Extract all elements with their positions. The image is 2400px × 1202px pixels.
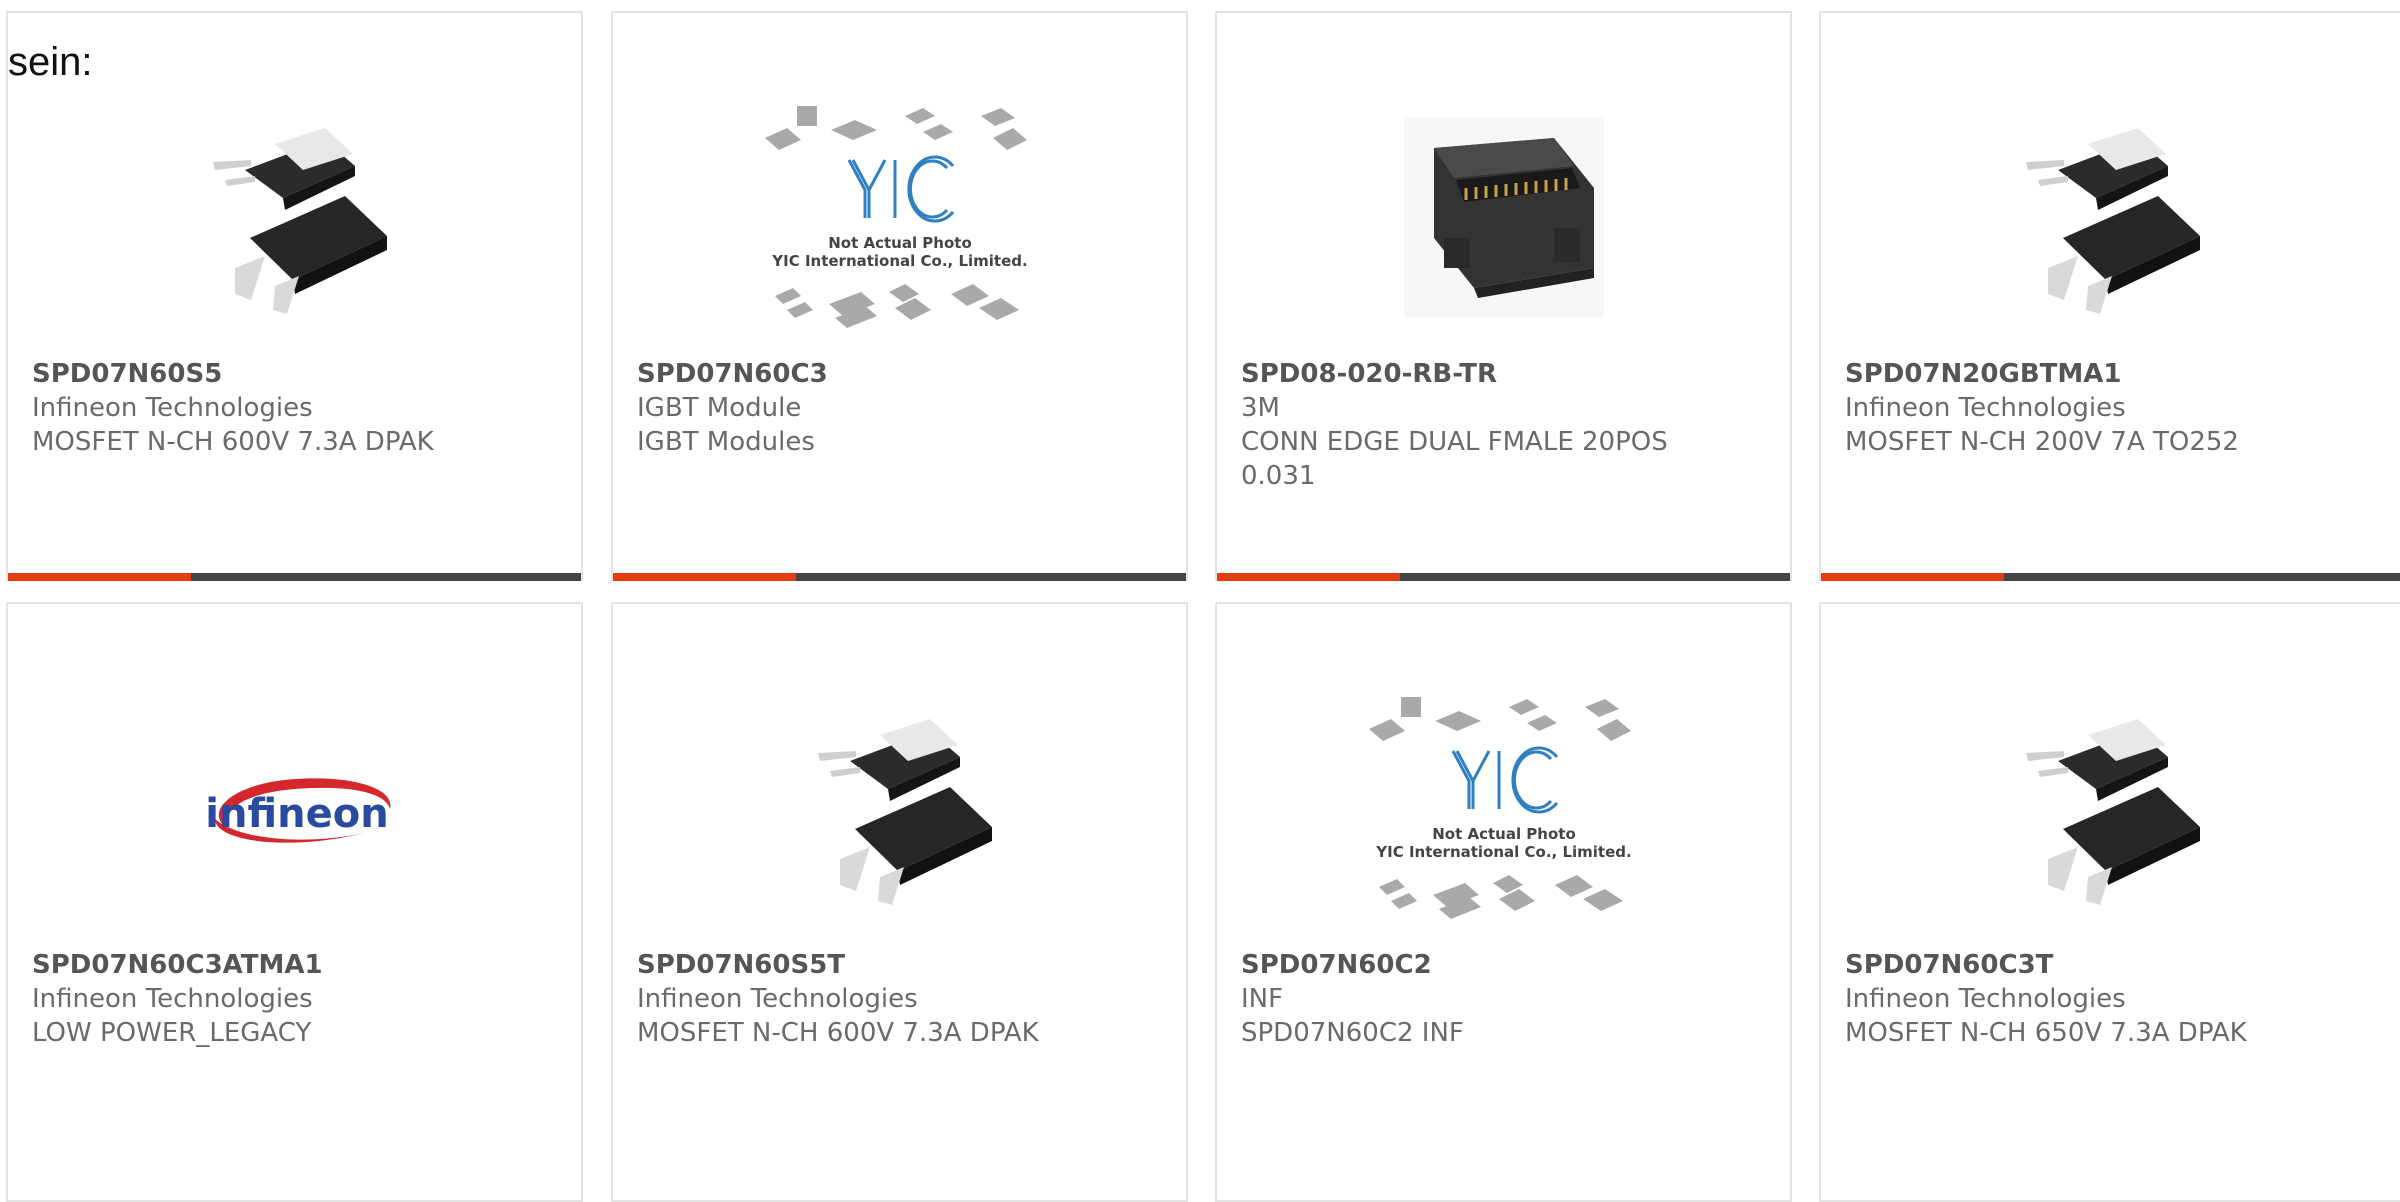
dpak-package-icon: [2007, 118, 2208, 318]
product-card[interactable]: infineon SPD07N60C3ATMA1 Infineon Techno…: [6, 602, 583, 1202]
product-image[interactable]: [1821, 674, 2394, 944]
product-info: SPD07N60C3 IGBT Module IGBT Modules: [637, 357, 1162, 459]
manufacturer: INF: [1241, 984, 1284, 1014]
product-card[interactable]: SPD07N60C3T Infineon Technologies MOSFET…: [1819, 602, 2400, 1202]
manufacturer: Infineon Technologies: [32, 393, 313, 423]
dpak-package-icon: [194, 118, 395, 318]
description: SPD07N60C2 INF: [1241, 1018, 1464, 1048]
svg-text:YIC International Co., Limited: YIC International Co., Limited.: [771, 252, 1027, 270]
product-card[interactable]: SPD07N20GBTMA1 Infineon Technologies MOS…: [1819, 11, 2400, 581]
product-image[interactable]: Not Actual Photo YIC International Co., …: [613, 83, 1186, 353]
part-number-link[interactable]: SPD07N60C2: [1241, 948, 1766, 982]
edge-connector-icon: [1403, 118, 1604, 318]
product-card[interactable]: SPD08-020-RB-TR 3M CONN EDGE DUAL FMALE …: [1215, 11, 1792, 581]
product-info: SPD07N60C3ATMA1 Infineon Technologies LO…: [32, 948, 557, 1050]
svg-text:Not Actual Photo: Not Actual Photo: [828, 234, 972, 252]
card-footer-bar: [1217, 573, 1790, 581]
product-info: SPD07N60C3T Infineon Technologies MOSFET…: [1845, 948, 2383, 1050]
description: CONN EDGE DUAL FMALE 20POS: [1241, 427, 1668, 457]
product-image[interactable]: [8, 83, 581, 353]
yic-placeholder-icon: Not Actual Photo YIC International Co., …: [764, 106, 1027, 328]
svg-text:Not Actual Photo: Not Actual Photo: [1432, 825, 1576, 843]
part-number-link[interactable]: SPD07N60C3ATMA1: [32, 948, 557, 982]
description: MOSFET N-CH 200V 7A TO252: [1845, 427, 2239, 457]
product-image[interactable]: Not Actual Photo YIC International Co., …: [1217, 674, 1790, 944]
description: MOSFET N-CH 600V 7.3A DPAK: [637, 1018, 1039, 1048]
part-number-link[interactable]: SPD07N20GBTMA1: [1845, 357, 2383, 391]
part-number-link[interactable]: SPD07N60S5: [32, 357, 557, 391]
manufacturer: Infineon Technologies: [1845, 393, 2126, 423]
product-card[interactable]: SPD07N60S5 Infineon Technologies MOSFET …: [6, 11, 583, 581]
product-card[interactable]: Not Actual Photo YIC International Co., …: [611, 11, 1188, 581]
dpak-package-icon: [799, 709, 1000, 909]
part-number-link[interactable]: SPD07N60C3T: [1845, 948, 2383, 982]
part-number-link[interactable]: SPD07N60C3: [637, 357, 1162, 391]
card-accent-bar: [1821, 573, 2004, 581]
description: MOSFET N-CH 600V 7.3A DPAK: [32, 427, 434, 457]
card-accent-bar: [8, 573, 191, 581]
description-continued: 0.031: [1241, 461, 1316, 491]
product-info: SPD07N60S5 Infineon Technologies MOSFET …: [32, 357, 557, 459]
manufacturer: Infineon Technologies: [1845, 984, 2126, 1014]
manufacturer: Infineon Technologies: [32, 984, 313, 1014]
svg-text:YIC International Co., Limited: YIC International Co., Limited.: [1375, 843, 1631, 861]
product-info: SPD08-020-RB-TR 3M CONN EDGE DUAL FMALE …: [1241, 357, 1766, 493]
card-footer-bar: [1821, 573, 2400, 581]
product-image[interactable]: infineon: [8, 674, 581, 944]
description: MOSFET N-CH 650V 7.3A DPAK: [1845, 1018, 2247, 1048]
product-card[interactable]: Not Actual Photo YIC International Co., …: [1215, 602, 1792, 1202]
intro-text: sein:: [8, 40, 93, 84]
card-accent-bar: [613, 573, 796, 581]
part-number-link[interactable]: SPD08-020-RB-TR: [1241, 357, 1766, 391]
product-image[interactable]: [1821, 83, 2394, 353]
manufacturer: 3M: [1241, 393, 1280, 423]
infineon-logo: infineon: [205, 778, 390, 843]
product-grid: SPD07N60S5 Infineon Technologies MOSFET …: [0, 0, 2400, 1202]
description: IGBT Modules: [637, 427, 815, 457]
product-image[interactable]: [613, 674, 1186, 944]
card-footer-bar: [8, 573, 581, 581]
manufacturer: Infineon Technologies: [637, 984, 918, 1014]
product-info: SPD07N60C2 INF SPD07N60C2 INF: [1241, 948, 1766, 1050]
manufacturer: IGBT Module: [637, 393, 802, 423]
product-info: SPD07N20GBTMA1 Infineon Technologies MOS…: [1845, 357, 2383, 459]
yic-placeholder-icon: Not Actual Photo YIC International Co., …: [1368, 697, 1631, 919]
description: LOW POWER_LEGACY: [32, 1018, 312, 1048]
product-image[interactable]: [1217, 83, 1790, 353]
part-number-link[interactable]: SPD07N60S5T: [637, 948, 1162, 982]
card-accent-bar: [1217, 573, 1400, 581]
svg-text:infineon: infineon: [205, 791, 388, 837]
product-card[interactable]: SPD07N60S5T Infineon Technologies MOSFET…: [611, 602, 1188, 1202]
product-info: SPD07N60S5T Infineon Technologies MOSFET…: [637, 948, 1162, 1050]
dpak-package-icon: [2007, 709, 2208, 909]
card-footer-bar: [613, 573, 1186, 581]
